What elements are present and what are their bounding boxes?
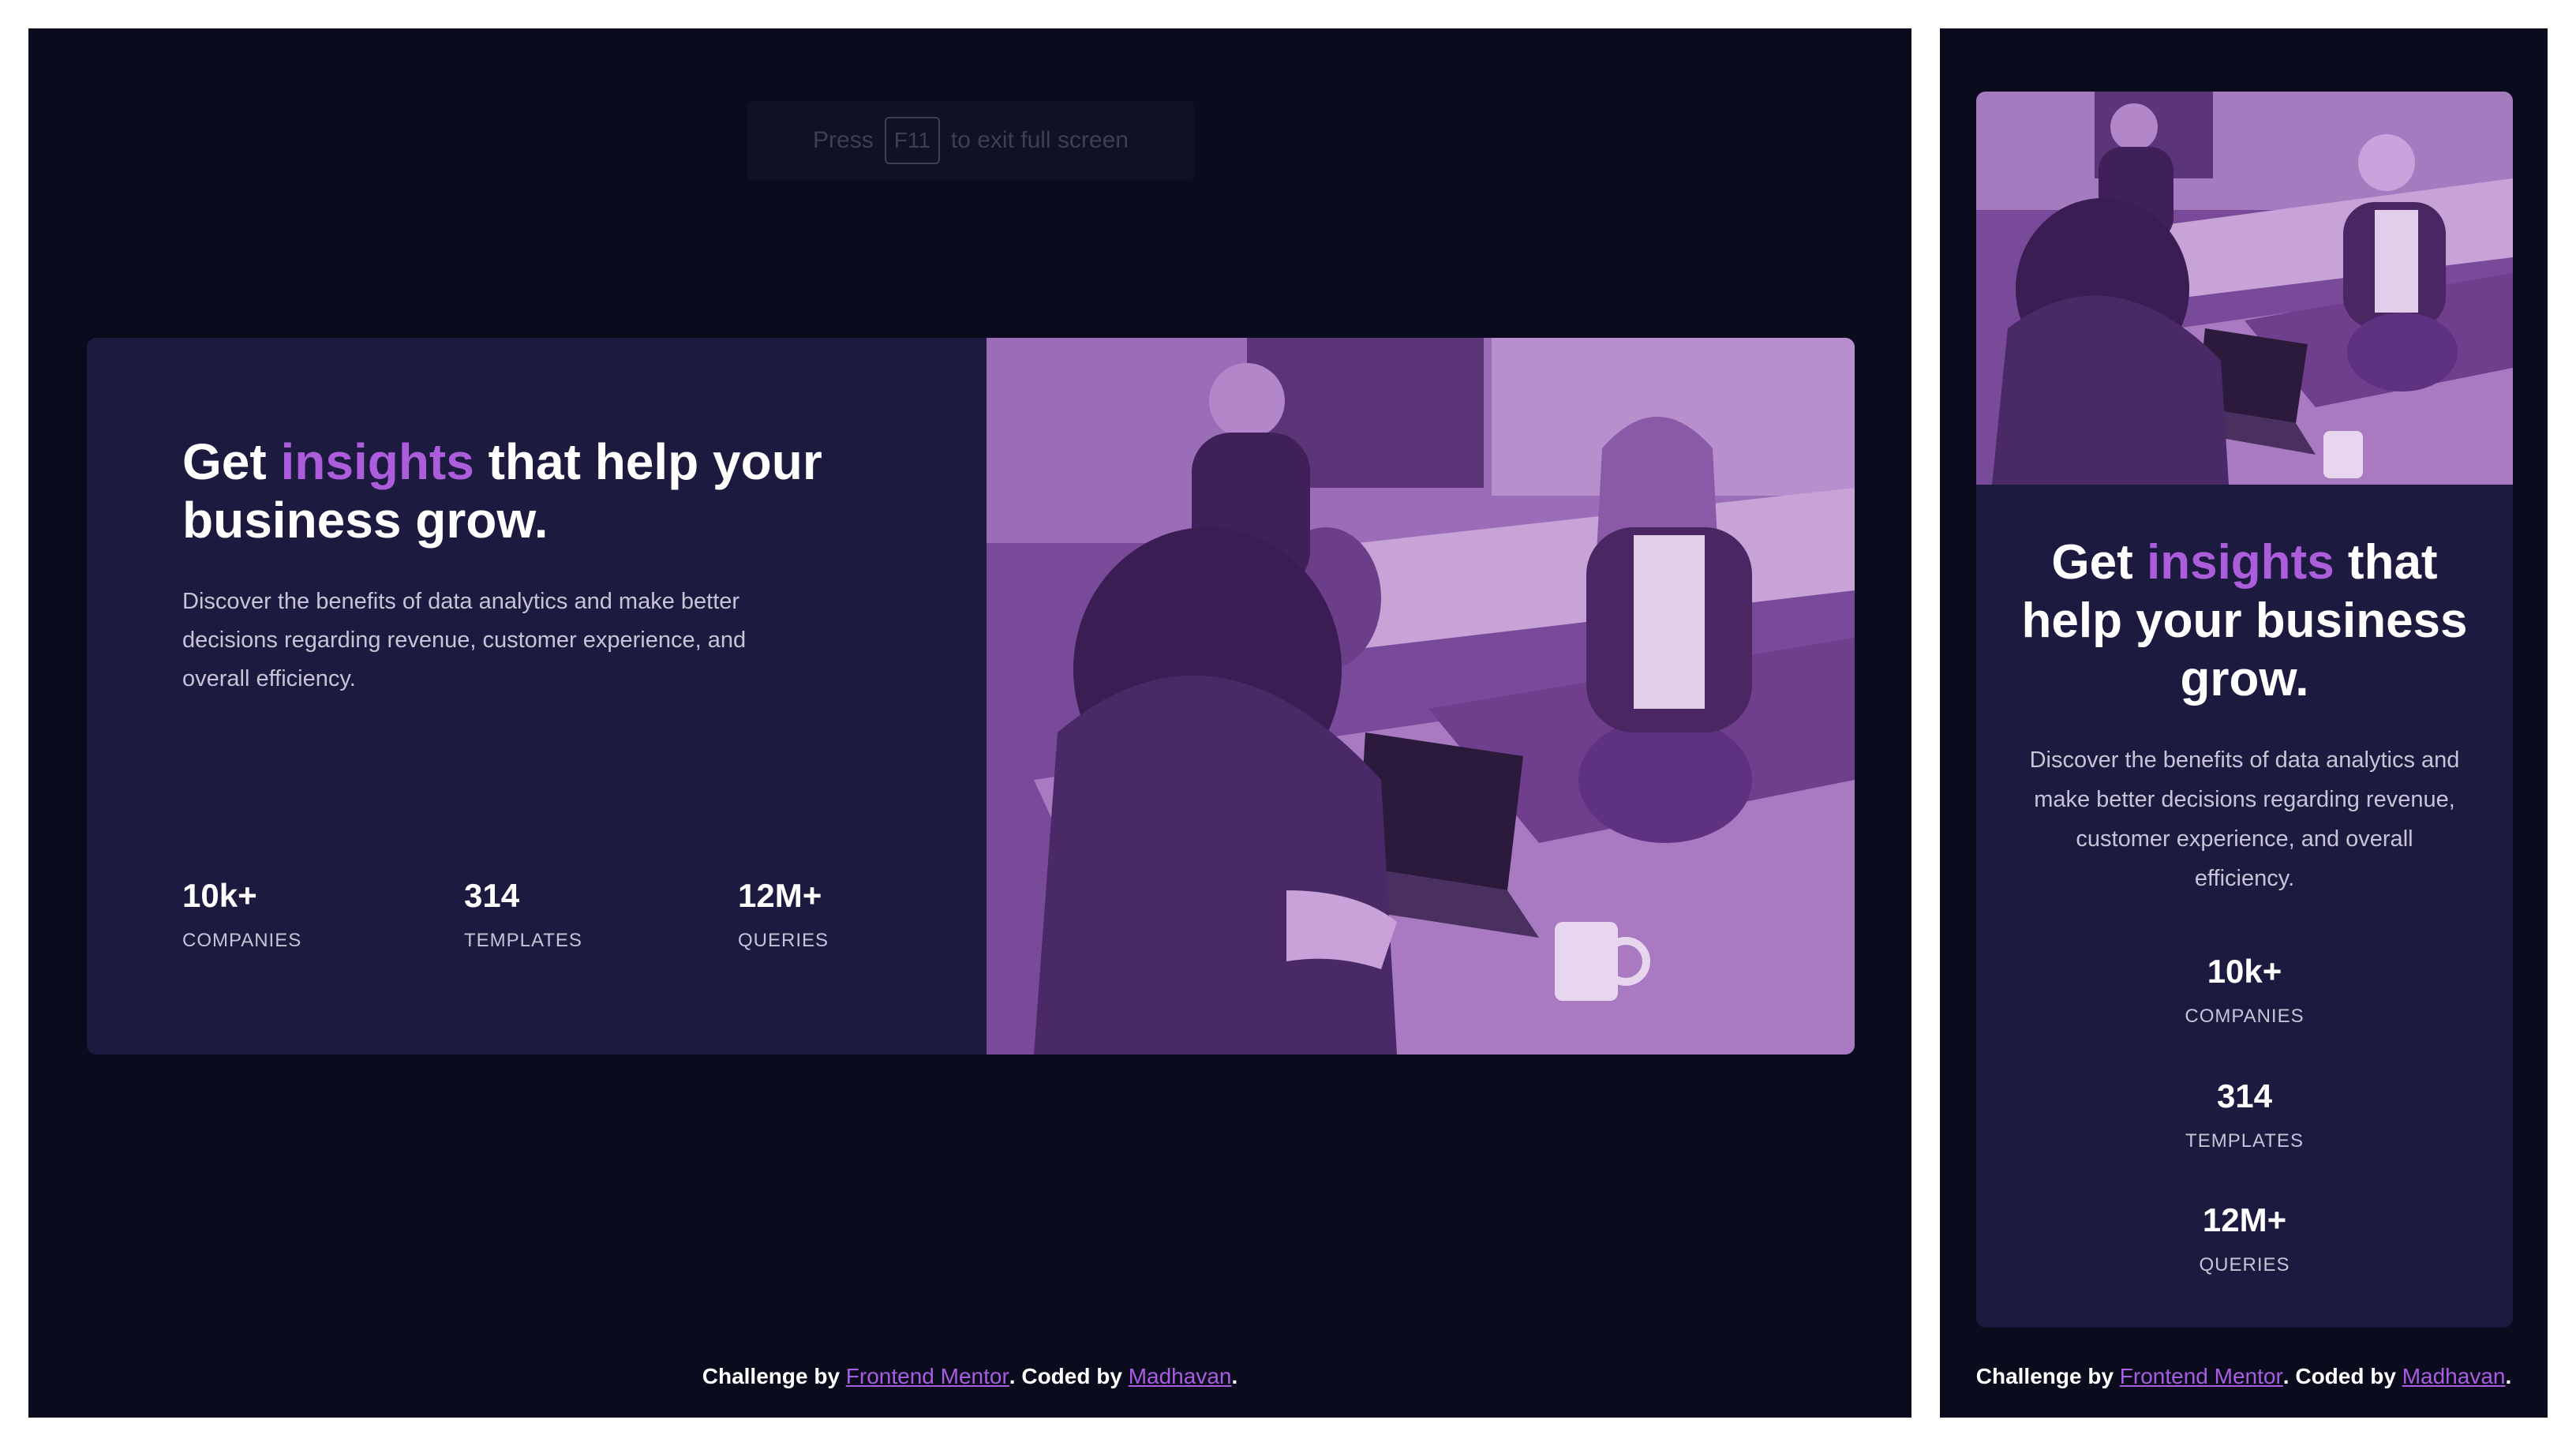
stat-queries-mobile: 12M+ QUERIES xyxy=(1976,1201,2513,1276)
stat-value: 12M+ xyxy=(738,877,822,914)
stat-label: QUERIES xyxy=(738,930,829,951)
desktop-preview: Press F11 to exit full screen Get insigh… xyxy=(28,28,1911,1418)
fullscreen-notice: Press F11 to exit full screen xyxy=(747,101,1194,180)
attribution-footer: Challenge by Frontend Mentor. Coded by M… xyxy=(28,1364,1911,1389)
card-title: Get insights that help your business gro… xyxy=(182,433,861,549)
stat-companies-mobile: 10k+ COMPANIES xyxy=(1976,952,2513,1028)
stat-value: 10k+ xyxy=(182,877,257,914)
stat-label: QUERIES xyxy=(2199,1254,2290,1276)
footer-middle: . Coded by xyxy=(1009,1364,1122,1388)
hero-image xyxy=(987,338,1855,1055)
card-title-mobile: Get insights that help your business gro… xyxy=(2000,534,2489,709)
title-highlight: insights xyxy=(280,433,474,490)
fullscreen-notice-suffix: to exit full screen xyxy=(950,127,1129,153)
frontend-mentor-link[interactable]: Frontend Mentor xyxy=(846,1364,1009,1388)
mobile-preview: Get insights that help your business gro… xyxy=(1940,28,2548,1418)
hero-image-mobile xyxy=(1976,92,2513,485)
f11-key: F11 xyxy=(884,117,940,164)
stat-templates: 314 TEMPLATES xyxy=(464,876,582,952)
title-highlight: insights xyxy=(2147,535,2334,590)
footer-middle: . Coded by xyxy=(2282,1364,2396,1388)
stats-card-mobile: Get insights that help your business gro… xyxy=(1976,92,2513,1328)
card-description-mobile: Discover the benefits of data analytics … xyxy=(2029,747,2460,891)
stat-queries: 12M+ QUERIES xyxy=(738,876,829,952)
card-content: Get insights that help your business gro… xyxy=(87,338,987,1055)
footer-prefix: Challenge by xyxy=(702,1364,841,1388)
stats-card: Get insights that help your business gro… xyxy=(87,338,1855,1055)
attribution-footer-mobile: Challenge by Frontend Mentor. Coded by M… xyxy=(1940,1364,2548,1389)
fullscreen-notice-prefix: Press xyxy=(813,127,874,153)
footer-suffix: . xyxy=(2505,1364,2512,1388)
title-start: Get xyxy=(2051,535,2133,590)
stat-value: 12M+ xyxy=(2202,1201,2287,1238)
stat-label: TEMPLATES xyxy=(2185,1130,2304,1152)
stat-label: COMPANIES xyxy=(2185,1006,2305,1027)
author-link[interactable]: Madhavan xyxy=(2402,1364,2506,1388)
frontend-mentor-link[interactable]: Frontend Mentor xyxy=(2120,1364,2283,1388)
office-photo xyxy=(987,338,1855,1055)
office-photo-mobile xyxy=(1976,92,2513,485)
stat-value: 314 xyxy=(2216,1077,2273,1114)
title-start: Get xyxy=(182,433,267,490)
author-link[interactable]: Madhavan xyxy=(1129,1364,1232,1388)
footer-prefix: Challenge by xyxy=(1975,1364,2114,1388)
stat-label: COMPANIES xyxy=(182,930,302,951)
card-description: Discover the benefits of data analytics … xyxy=(182,589,747,691)
title-end: that help your business grow. xyxy=(182,433,822,549)
stat-companies: 10k+ COMPANIES xyxy=(182,876,301,952)
stat-value: 10k+ xyxy=(2207,953,2282,990)
stat-value: 314 xyxy=(464,877,520,914)
stat-templates-mobile: 314 TEMPLATES xyxy=(1976,1077,2513,1152)
stat-label: TEMPLATES xyxy=(464,930,582,951)
footer-suffix: . xyxy=(1231,1364,1238,1388)
